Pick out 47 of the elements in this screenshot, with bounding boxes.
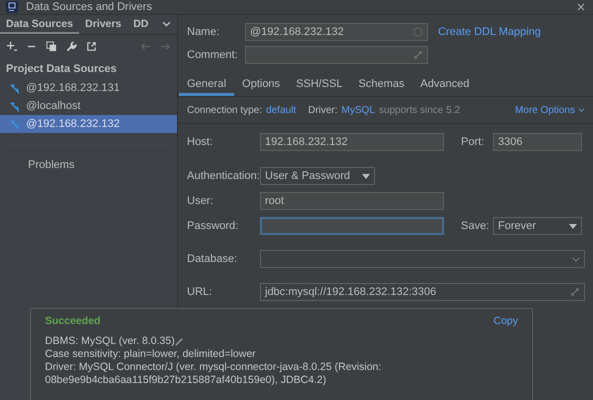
save-dropdown[interactable]: Forever	[493, 217, 582, 235]
field-label: URL:	[187, 286, 214, 298]
copy-link[interactable]: Copy	[493, 315, 518, 327]
sidebar-tab[interactable]: DD	[127, 15, 154, 34]
driver-note: supports since 5.2	[378, 104, 460, 116]
field-label: Authentication:	[187, 170, 260, 182]
driver-label: Driver:	[308, 104, 338, 116]
status-text: Succeeded	[45, 315, 100, 327]
data-source-label: @localhost	[26, 100, 81, 112]
field-label: User:	[187, 195, 214, 207]
result-line: Case sensitivity: plain=lower, delimited=lower	[45, 348, 256, 361]
sidebar-tab[interactable]: Data Sources	[0, 15, 80, 34]
field-label: Password:	[187, 220, 240, 232]
connection-type-label: Connection type:	[187, 104, 262, 116]
url-field[interactable]: jdbc:mysql://192.168.232.132:3306	[260, 283, 585, 301]
field-label: Port:	[461, 136, 486, 148]
host-field[interactable]: 192.168.232.132	[260, 133, 444, 151]
settings-tab[interactable]: Schemas	[350, 74, 412, 96]
connection-type-link[interactable]: default	[266, 104, 296, 116]
problems-item[interactable]: Problems	[0, 146, 177, 171]
authentication-dropdown[interactable]: User & Password	[260, 167, 375, 185]
result-line: DBMS: MySQL (ver. 8.0.35)	[45, 335, 175, 348]
more-options-link[interactable]: More Options	[514, 104, 585, 116]
field-label: Save:	[461, 220, 490, 232]
field-label: Database:	[187, 253, 238, 265]
data-source-item[interactable]: @localhost	[0, 97, 177, 115]
field-label: Comment:	[187, 49, 239, 61]
settings-tab[interactable]: Options	[234, 74, 288, 96]
user-field[interactable]: root	[260, 192, 444, 210]
settings-tab[interactable]: General	[179, 74, 234, 96]
create-ddl-link[interactable]: Create DDL Mapping	[438, 26, 541, 38]
result-line: 08be9e9b4cba6aa115f9b27b215887af40b159e0), JDBC4.2)	[45, 374, 326, 387]
name-field[interactable]: @192.168.232.132	[245, 23, 428, 41]
driver-link[interactable]: MySQL	[342, 104, 375, 116]
data-source-label: @192.168.232.132	[26, 118, 120, 130]
settings-tab[interactable]: SSH/SSL	[288, 74, 351, 96]
window-title: Data Sources and Drivers	[26, 1, 152, 13]
field-label: Host:	[187, 136, 214, 148]
result-line: Driver: MySQL Connector/J (ver. mysql-connector-java-8.0.25 (Revision:	[45, 361, 382, 374]
field-label: Name:	[187, 26, 220, 38]
section-heading: Project Data Sources	[5, 62, 118, 77]
sidebar-tab[interactable]: Drivers	[79, 15, 128, 34]
data-source-item[interactable]: @192.168.232.132	[0, 115, 177, 133]
port-field[interactable]: 3306	[493, 133, 582, 151]
settings-tab[interactable]: Advanced	[412, 74, 478, 96]
data-source-item[interactable]: @192.168.232.131	[0, 79, 177, 97]
data-source-label: @192.168.232.131	[26, 82, 120, 94]
